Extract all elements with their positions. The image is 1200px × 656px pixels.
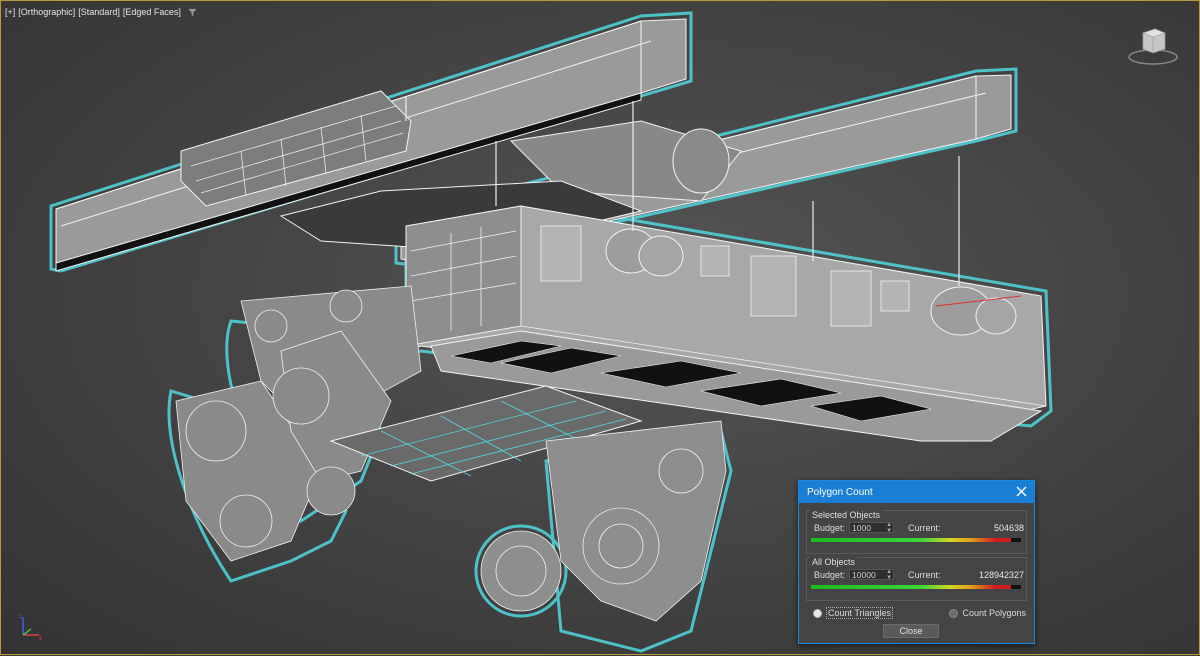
count-mode-radio-group: Count Triangles Count Polygons bbox=[813, 607, 1026, 619]
all-current-value: 128942327 bbox=[978, 569, 1024, 580]
current-label: Current: bbox=[908, 522, 941, 533]
group-title-selected: Selected Objects bbox=[810, 510, 883, 520]
selected-budget-spinner[interactable]: 1000 ▲ ▼ bbox=[849, 522, 895, 534]
budget-label: Budget: bbox=[814, 569, 846, 580]
count-triangles-label[interactable]: Count Triangles bbox=[826, 607, 894, 619]
all-objects-group: All Objects Budget: 10000 ▲ ▼ Current: 12… bbox=[806, 557, 1027, 601]
all-meter-fill bbox=[811, 585, 1011, 589]
radio-unselected-icon[interactable] bbox=[949, 608, 959, 618]
selected-objects-group: Selected Objects Budget: 1000 ▲ ▼ Current… bbox=[806, 510, 1027, 554]
spinner-arrows-icon[interactable]: ▲ ▼ bbox=[886, 569, 893, 581]
svg-text:z: z bbox=[19, 614, 22, 620]
dialog-title: Polygon Count bbox=[807, 486, 873, 498]
funnel-icon[interactable] bbox=[188, 8, 197, 17]
close-icon[interactable] bbox=[1015, 485, 1028, 498]
viewport-menu-plus[interactable]: [+] bbox=[5, 7, 15, 17]
viewport-view-label[interactable]: [Orthographic] bbox=[18, 7, 75, 17]
all-budget-value[interactable]: 10000 bbox=[852, 570, 876, 580]
budget-label: Budget: bbox=[814, 522, 846, 533]
viewport-perspective[interactable]: [+] [Orthographic] [Standard] [Edged Fac… bbox=[0, 0, 1200, 655]
dialog-title-bar[interactable]: Polygon Count bbox=[799, 481, 1034, 503]
spinner-arrows-icon[interactable]: ▲ ▼ bbox=[886, 522, 893, 534]
axis-tripod-icon: z x bbox=[19, 614, 42, 642]
current-label: Current: bbox=[908, 569, 941, 580]
count-polygons-label[interactable]: Count Polygons bbox=[962, 608, 1026, 618]
count-polygons-radio[interactable]: Count Polygons bbox=[949, 608, 1026, 618]
radio-selected-icon[interactable] bbox=[813, 608, 822, 618]
polygon-count-dialog[interactable]: Polygon Count Selected Objects Budget: 1… bbox=[798, 480, 1035, 644]
selected-meter-fill bbox=[811, 538, 1011, 542]
all-budget-meter bbox=[811, 585, 1021, 589]
viewport-label-bar: [+] [Orthographic] [Standard] [Edged Fac… bbox=[5, 5, 197, 19]
group-title-all: All Objects bbox=[810, 557, 858, 567]
all-budget-spinner[interactable]: 10000 ▲ ▼ bbox=[849, 569, 895, 581]
viewport-display-label[interactable]: [Edged Faces] bbox=[123, 7, 181, 17]
close-button[interactable]: Close bbox=[883, 624, 939, 638]
selected-budget-value[interactable]: 1000 bbox=[852, 523, 871, 533]
count-triangles-radio[interactable]: Count Triangles bbox=[813, 607, 894, 619]
svg-text:x: x bbox=[39, 636, 42, 642]
viewport-shading-label[interactable]: [Standard] bbox=[78, 7, 120, 17]
selected-budget-meter bbox=[811, 538, 1021, 542]
selected-current-value: 504638 bbox=[993, 522, 1024, 533]
viewcube-icon[interactable] bbox=[1125, 23, 1181, 67]
